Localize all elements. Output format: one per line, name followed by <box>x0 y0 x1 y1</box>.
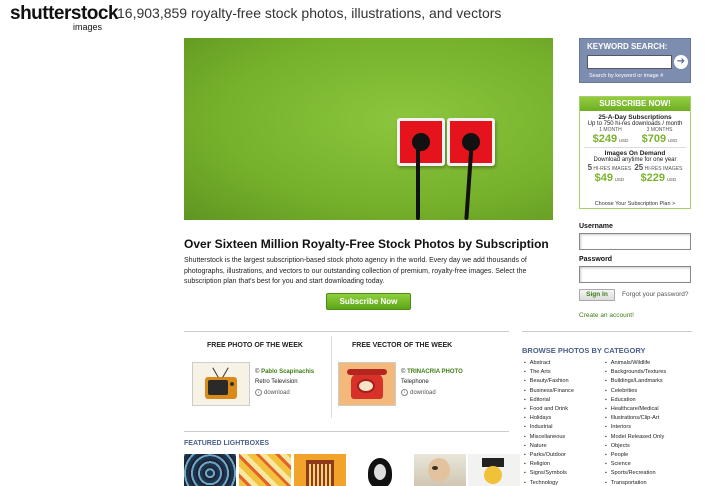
plan-daily-title: 25-A-Day Subscriptions <box>598 114 672 121</box>
hero-image-power-outlet <box>184 38 553 220</box>
category-link[interactable]: Miscellaneous <box>524 433 574 442</box>
category-link[interactable]: Technology <box>524 479 574 486</box>
password-input[interactable] <box>579 266 691 283</box>
category-link[interactable]: Animals/Wildlife <box>605 359 666 368</box>
plan-5-images[interactable]: 5 HI-RES IMAGES $49 USD <box>588 163 632 184</box>
shutterstock-logo[interactable]: shutterstock images <box>10 3 119 32</box>
plan-3-months[interactable]: 3 MONTHS $709 USD <box>642 127 678 145</box>
choose-plan-link[interactable]: Choose Your Subscription Plan > <box>580 201 690 207</box>
category-link[interactable]: Objects <box>605 442 666 451</box>
category-link[interactable]: Model Released Only <box>605 433 666 442</box>
category-link[interactable]: Industrial <box>524 423 574 432</box>
subscribe-panel-title: SUBSCRIBE NOW! <box>580 97 690 111</box>
category-link[interactable]: Business/Finance <box>524 387 574 396</box>
intro-paragraph: Shutterstock is the largest subscription… <box>184 257 527 285</box>
browse-categories-title: BROWSE PHOTOS BY CATEGORY <box>522 346 646 355</box>
download-icon: ↓ <box>255 389 262 396</box>
plan-25-images[interactable]: 25 HI-RES IMAGES $229 USD <box>634 163 682 184</box>
category-link[interactable]: Parks/Outdoor <box>524 451 574 460</box>
forgot-password-link[interactable]: Forgot your password? <box>622 291 688 298</box>
free-photo-download-link[interactable]: ↓ download <box>255 389 290 396</box>
free-vector-caption: Telephone <box>401 379 429 385</box>
free-photo-thumbnail[interactable] <box>192 362 250 406</box>
free-photo-title: FREE PHOTO OF THE WEEK <box>207 342 303 349</box>
free-vector-thumbnail[interactable] <box>338 362 396 406</box>
category-link[interactable]: Science <box>605 460 666 469</box>
category-link[interactable]: Healthcare/Medical <box>605 405 666 414</box>
subscribe-now-panel: SUBSCRIBE NOW! 25-A-Day Subscriptions Up… <box>579 96 691 209</box>
search-go-icon[interactable]: ➔ <box>674 55 688 69</box>
category-link[interactable]: Holidays <box>524 414 574 423</box>
outlet-left <box>397 118 445 166</box>
category-link[interactable]: Sports/Recreation <box>605 469 666 478</box>
lightbox-thumbnail[interactable] <box>184 454 236 486</box>
category-list-right: Animals/WildlifeBackgrounds/TexturesBuil… <box>605 359 666 486</box>
subscribe-now-button[interactable]: Subscribe Now <box>326 293 411 310</box>
free-vector-credit: © TRINACRIA PHOTO <box>401 369 463 375</box>
category-link[interactable]: Celebrities <box>605 387 666 396</box>
divider <box>184 431 509 432</box>
username-input[interactable] <box>579 233 691 250</box>
keyword-search-box: KEYWORD SEARCH: ➔ Search by keyword or i… <box>579 38 691 83</box>
category-link[interactable]: Editorial <box>524 396 574 405</box>
category-link[interactable]: Backgrounds/Textures <box>605 368 666 377</box>
create-account-link[interactable]: Create an account! <box>579 312 634 319</box>
category-link[interactable]: Illustrations/Clip-Art <box>605 414 666 423</box>
divider <box>522 331 692 332</box>
lightbox-thumbnail[interactable] <box>414 454 466 486</box>
category-link[interactable]: Abstract <box>524 359 574 368</box>
lightbox-thumbnail[interactable] <box>354 454 406 486</box>
column-divider <box>331 336 332 418</box>
divider <box>184 331 509 332</box>
category-link[interactable]: Signs/Symbols <box>524 469 574 478</box>
category-link[interactable]: The Arts <box>524 368 574 377</box>
category-link[interactable]: Religion <box>524 460 574 469</box>
category-link[interactable]: Interiors <box>605 423 666 432</box>
plan-on-demand-title: Images On Demand <box>604 150 666 157</box>
lightbox-thumbnail[interactable] <box>239 454 291 486</box>
category-link[interactable]: Education <box>605 396 666 405</box>
download-icon: ↓ <box>401 389 408 396</box>
sign-in-button[interactable]: Sign In <box>579 289 615 301</box>
category-link[interactable]: People <box>605 451 666 460</box>
free-photo-credit: © Pablo Scapinachis <box>255 369 315 375</box>
plan-1-month[interactable]: 1 MONTH $249 USD <box>593 127 629 145</box>
keyword-search-input[interactable] <box>587 55 672 69</box>
free-photo-author-link[interactable]: Pablo Scapinachis <box>261 369 314 375</box>
free-vector-author-link[interactable]: TRINACRIA PHOTO <box>407 369 463 375</box>
category-link[interactable]: Buildings/Landmarks <box>605 377 666 386</box>
lightbox-thumbnail[interactable] <box>294 454 346 486</box>
featured-lightboxes-title: FEATURED LIGHTBOXES <box>184 440 270 447</box>
keyword-search-title: KEYWORD SEARCH: <box>587 42 668 51</box>
page-headline: Over Sixteen Million Royalty-Free Stock … <box>184 237 549 251</box>
keyword-search-hint: Search by keyword or image # <box>589 73 664 79</box>
free-vector-download-link[interactable]: ↓ download <box>401 389 436 396</box>
category-link[interactable]: Transportation <box>605 479 666 486</box>
password-label: Password <box>579 256 613 263</box>
category-link[interactable]: Beauty/Fashion <box>524 377 574 386</box>
free-photo-caption: Retro Television <box>255 379 298 385</box>
image-count-tagline: 16,903,859 royalty-free stock photos, il… <box>117 5 502 21</box>
category-link[interactable]: Food and Drink <box>524 405 574 414</box>
category-link[interactable]: Nature <box>524 442 574 451</box>
category-list-left: AbstractThe ArtsBeauty/FashionBusiness/F… <box>524 359 574 486</box>
lightbox-thumbnail[interactable] <box>468 454 520 486</box>
free-vector-title: FREE VECTOR OF THE WEEK <box>352 342 453 349</box>
username-label: Username <box>579 223 613 230</box>
